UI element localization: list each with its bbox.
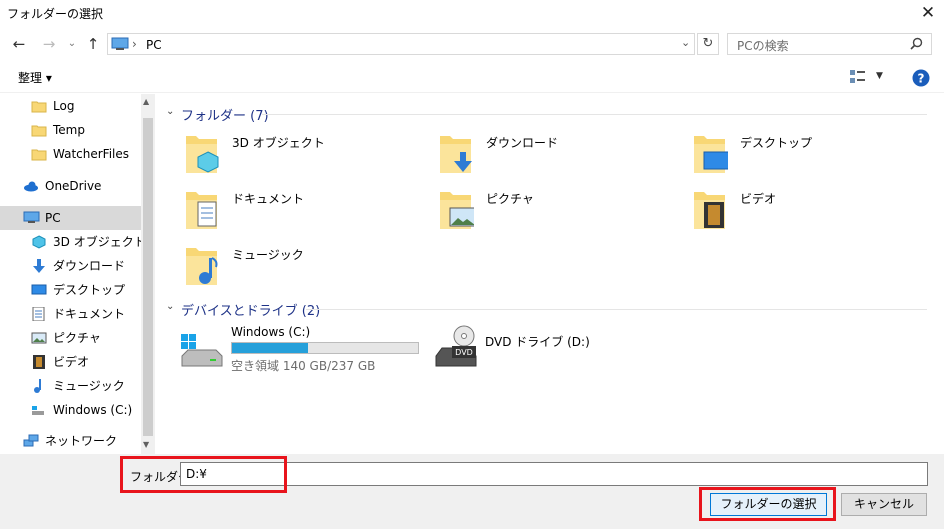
folder-icon [31,123,47,137]
highlight-box-select-button [699,487,836,521]
sidebar-item-label: ミュージック [53,379,125,393]
folder-icon [31,99,47,113]
music-icon [31,379,47,393]
folder-tile-pictures[interactable]: ピクチャ [434,188,674,240]
folder-tile-label: デスクトップ [740,136,813,150]
drive-free-space: 空き領域 140 GB/237 GB [231,359,376,373]
command-bar [0,62,944,93]
folder-icon [31,147,47,161]
drive-tile-windows-c[interactable]: Windows (C:) 空き領域 140 GB/237 GB [180,324,430,376]
sidebar-item-label: Log [53,99,75,113]
folder-tile-label: 3D オブジェクト [232,136,325,150]
highlight-box-folder-field [120,456,287,493]
drive-usage-bar [231,342,419,354]
cube-folder-icon [180,132,220,176]
network-icon [23,434,39,448]
sidebar-item-label: ビデオ [53,355,90,369]
document-icon [31,307,47,321]
sidebar-item-label: 3D オブジェクト [53,235,146,249]
folder-tile-label: ダウンロード [486,136,559,150]
refresh-icon[interactable]: ↻ [697,33,719,55]
group-divider [306,309,927,310]
sidebar-item-label: デスクトップ [53,283,126,297]
group-divider [262,114,927,115]
desktop-folder-icon [688,132,728,176]
organize-menu-button[interactable]: 整理 ▾ [18,69,52,86]
drive-label: Windows (C:) [231,325,311,339]
folder-tile-music[interactable]: ミュージック [180,244,420,296]
scroll-up-icon[interactable]: ▲ [143,97,149,106]
folder-input[interactable]: D:¥ [180,462,928,486]
address-dropdown-icon[interactable]: ⌄ [681,36,690,49]
desktop-icon [31,283,47,297]
sidebar-item-label: OneDrive [45,179,102,193]
up-arrow-icon[interactable]: ↑ [84,35,102,53]
cloud-icon [23,179,39,193]
folder-tile-label: ビデオ [740,192,777,206]
folder-tile-label: ピクチャ [486,192,534,206]
cube-icon [31,235,47,249]
window-title: フォルダーの選択 [7,7,104,21]
sidebar-item-label: Temp [53,123,85,137]
download-folder-icon [434,132,474,176]
pc-icon [23,211,40,225]
picture-folder-icon [434,188,474,232]
windows-drive-icon [180,324,223,368]
folder-tile-label: ドキュメント [232,192,305,206]
folder-tile-documents[interactable]: ドキュメント [180,188,420,240]
back-arrow-icon[interactable]: ← [10,35,28,53]
music-folder-icon [180,244,220,288]
folders-group-header[interactable]: フォルダー (7) [181,105,269,124]
sidebar-item-label: PC [45,211,61,225]
search-placeholder: PCの検索 [737,39,789,53]
drive-usage-fill [232,343,309,353]
sidebar-scrollbar-thumb[interactable] [143,118,153,436]
sidebar-item-label: ネットワーク [45,434,118,448]
svg-text:?: ? [918,72,925,86]
dvd-drive-icon: DVD [434,324,477,368]
folder-tile-downloads[interactable]: ダウンロード [434,132,674,184]
view-dropdown-icon[interactable]: ▼ [876,71,883,81]
collapse-drives-chevron-icon[interactable]: ⌄ [166,301,174,312]
recent-locations-chevron-icon[interactable]: ⌄ [63,35,81,53]
sidebar-selection-highlight [0,206,141,230]
sidebar-item-label: Windows (C:) [53,403,133,417]
folder-tile-desktop[interactable]: デスクトップ [688,132,928,184]
breadcrumb-separator: › [132,37,137,51]
sidebar-item-label: WatcherFiles [53,147,130,161]
sidebar-item-label: ピクチャ [53,331,101,345]
breadcrumb-pc[interactable]: PC [146,38,162,52]
folder-tile-videos[interactable]: ビデオ [688,188,928,240]
folder-tile-3d-objects[interactable]: 3D オブジェクト [180,132,420,184]
address-bar[interactable] [107,33,695,55]
sidebar-item-label: ダウンロード [53,259,126,273]
collapse-folders-chevron-icon[interactable]: ⌄ [166,106,174,117]
title-bar [0,0,944,26]
folder-tile-label: ミュージック [232,248,304,262]
svg-text:DVD: DVD [455,348,473,357]
view-options-icon[interactable] [850,70,866,84]
video-icon [31,355,47,369]
scroll-down-icon[interactable]: ▼ [143,440,149,449]
video-folder-icon [688,188,728,232]
drive-tile-dvd-d[interactable]: DVD DVD ドライブ (D:) [434,324,684,376]
sidebar-item-label: ドキュメント [53,307,126,321]
drive-icon [31,403,47,417]
download-icon [31,259,47,273]
pc-icon [111,37,129,51]
drive-label: DVD ドライブ (D:) [485,335,590,349]
forward-arrow-icon[interactable]: → [40,35,58,53]
cancel-button[interactable]: キャンセル [841,493,927,516]
drives-group-header[interactable]: デバイスとドライブ (2) [181,300,320,319]
search-icon[interactable] [910,37,923,50]
close-icon[interactable]: ✕ [917,2,939,24]
document-folder-icon [180,188,220,232]
picture-icon [31,331,47,345]
help-icon[interactable]: ? [912,69,930,87]
